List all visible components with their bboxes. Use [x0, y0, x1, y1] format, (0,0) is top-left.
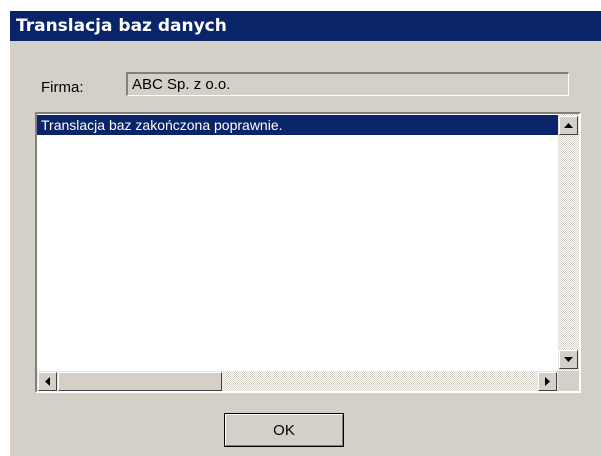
ok-button[interactable]: OK	[224, 413, 344, 447]
arrow-down-icon	[564, 356, 573, 362]
horizontal-scroll-thumb[interactable]	[58, 372, 222, 391]
firma-label: Firma:	[41, 79, 84, 96]
scroll-left-button[interactable]	[38, 372, 57, 391]
list-item-text: Translacja baz zakończona poprawnie.	[41, 117, 283, 133]
firma-field: ABC Sp. z o.o.	[126, 72, 569, 96]
scroll-down-button[interactable]	[559, 350, 578, 369]
scroll-right-button[interactable]	[538, 372, 557, 391]
list-item[interactable]: Translacja baz zakończona poprawnie.	[37, 115, 558, 135]
horizontal-scrollbar[interactable]	[37, 371, 558, 391]
ok-button-label: OK	[225, 414, 343, 446]
title-bar[interactable]: Translacja baz danych	[10, 11, 601, 41]
scroll-up-button[interactable]	[559, 116, 578, 135]
arrow-right-icon	[544, 377, 550, 386]
dialog-window: Translacja baz danych Firma: ABC Sp. z o…	[10, 11, 601, 456]
scrollbar-corner	[558, 371, 579, 391]
log-listbox[interactable]: Translacja baz zakończona poprawnie.	[35, 112, 581, 393]
window-title: Translacja baz danych	[16, 16, 227, 36]
arrow-left-icon	[44, 377, 50, 386]
firma-value: ABC Sp. z o.o.	[132, 76, 231, 93]
arrow-up-icon	[564, 122, 573, 128]
vertical-scrollbar[interactable]	[558, 114, 579, 371]
